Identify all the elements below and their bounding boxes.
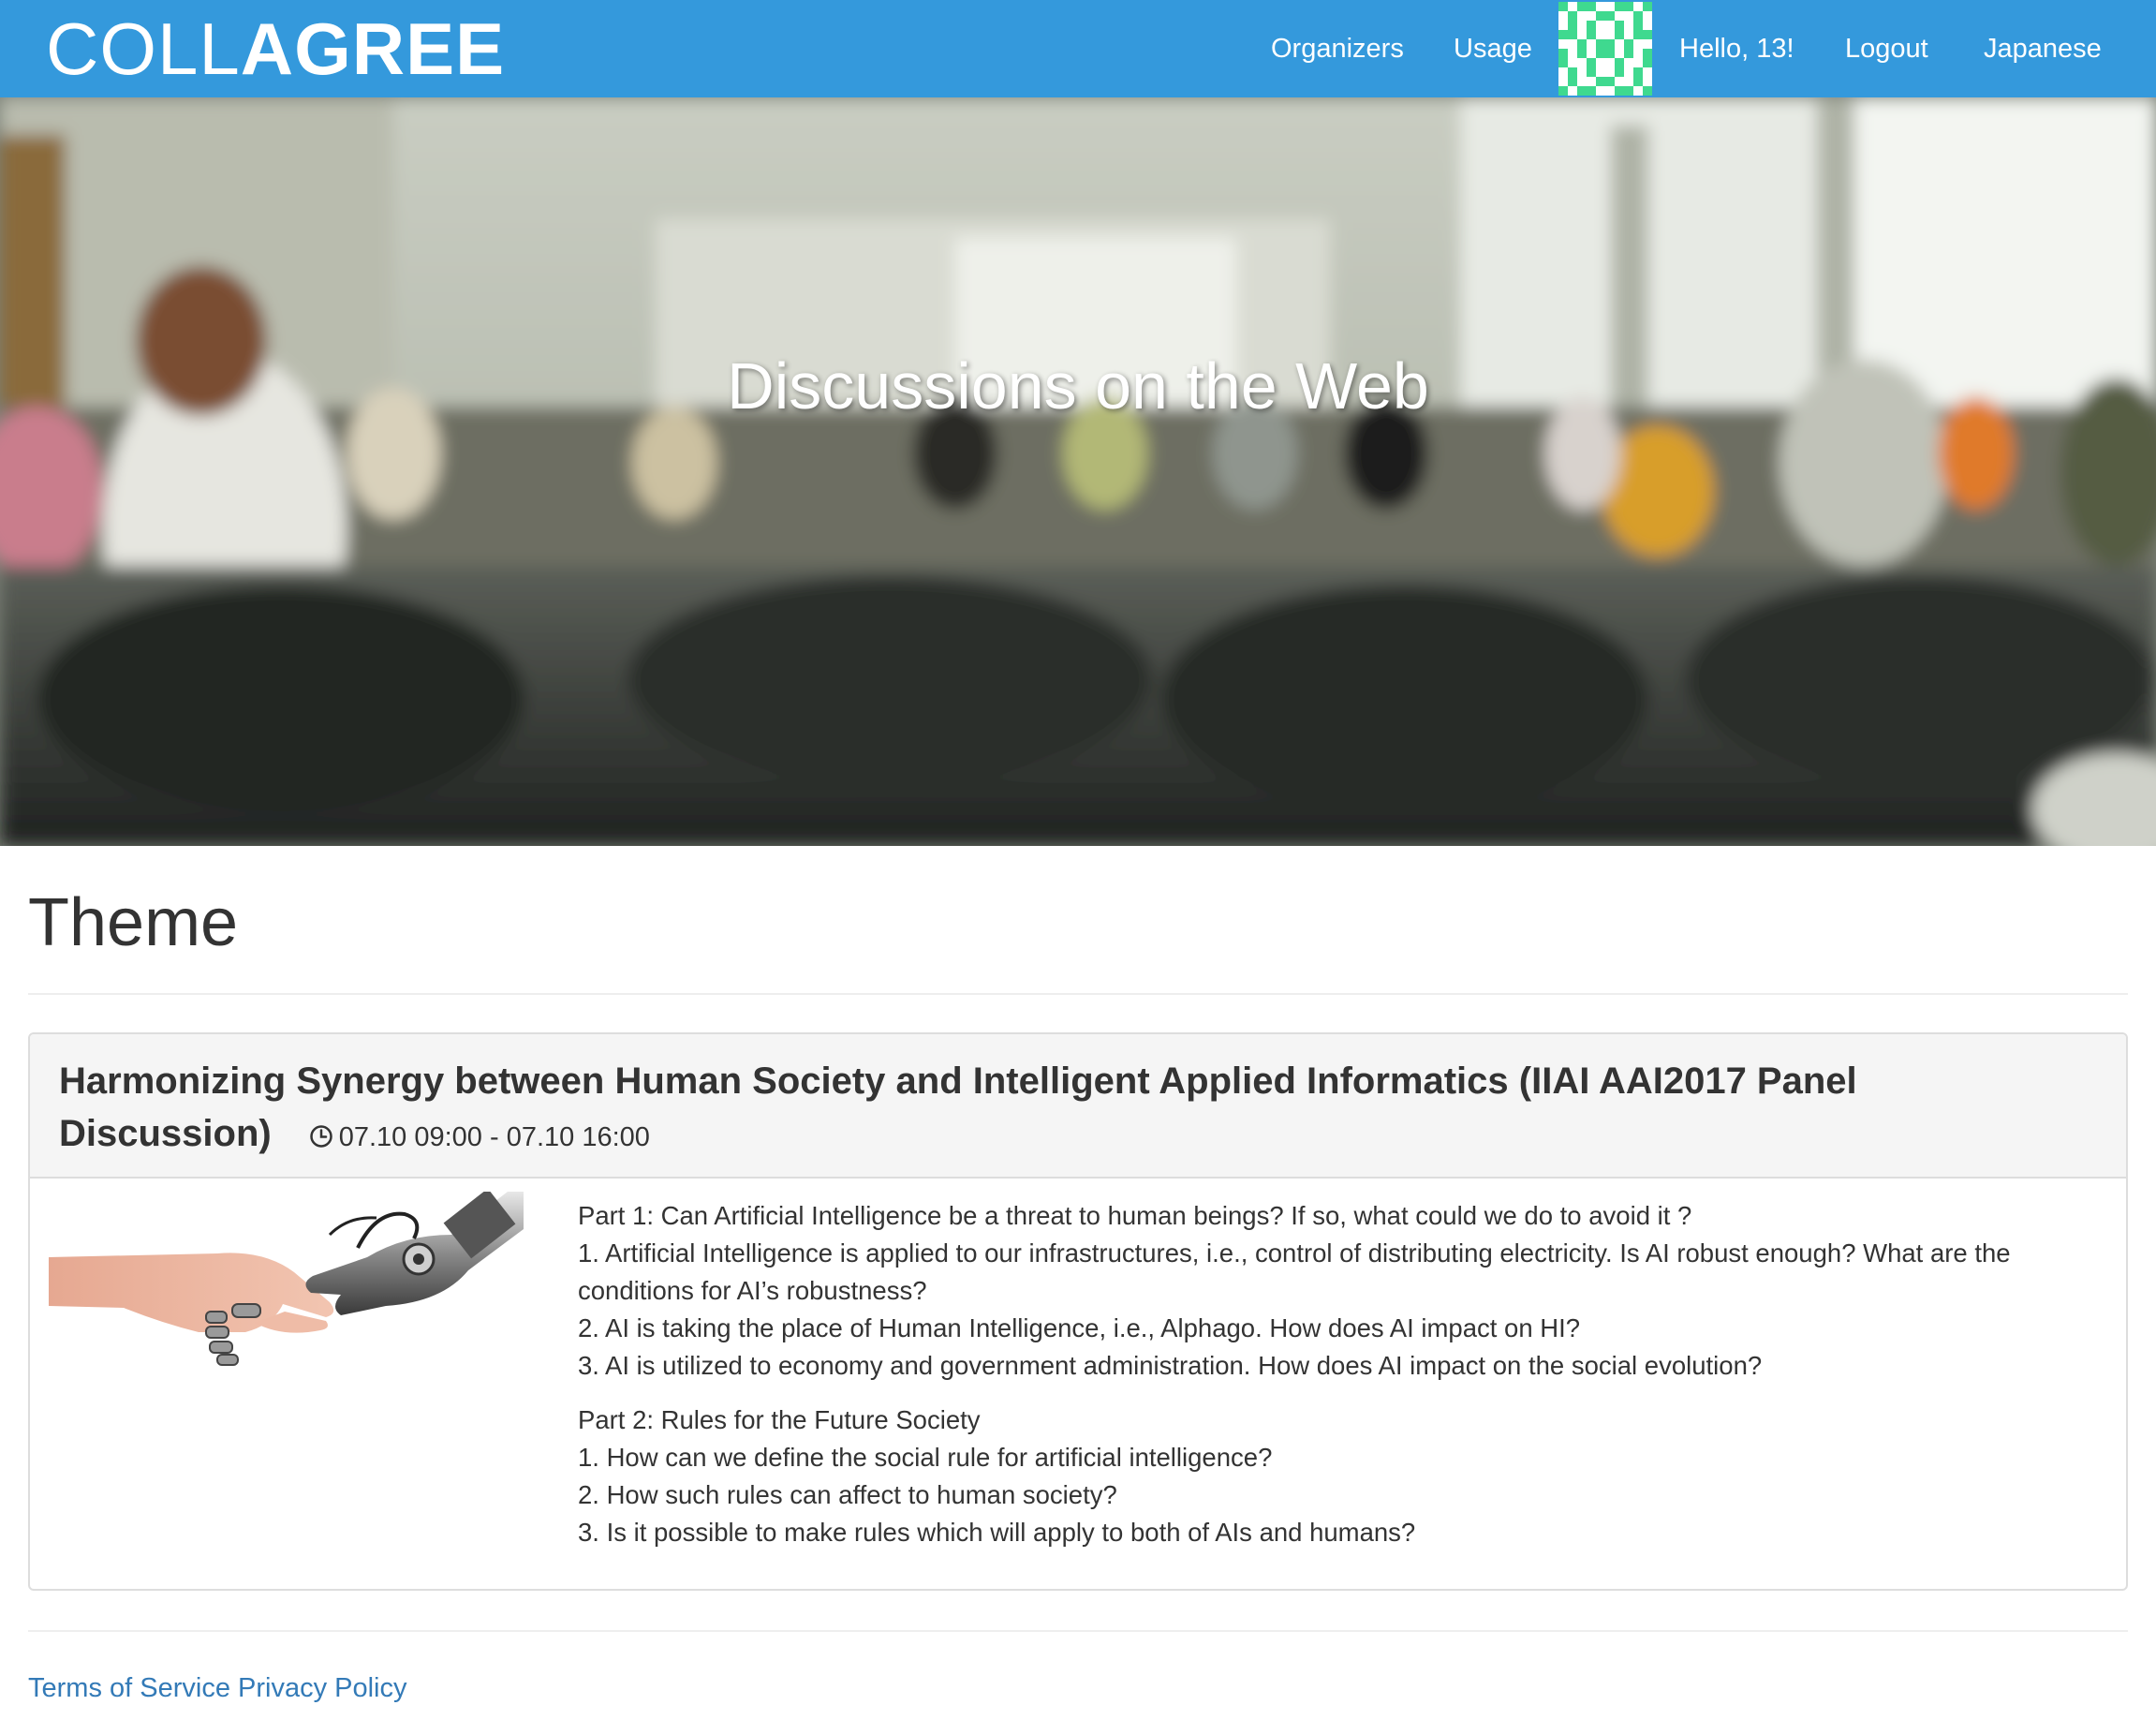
terms-of-service-link[interactable]: Terms of Service: [28, 1673, 230, 1703]
part2-block: Part 2: Rules for the Future Society 1. …: [578, 1401, 2095, 1551]
user-avatar[interactable]: [1558, 2, 1652, 96]
brand-logo-light: COLL: [46, 7, 241, 90]
top-navbar: COLLAGREE Organizers Usage Hello, 13! Lo…: [0, 0, 2156, 97]
part1-block: Part 1: Can Artificial Intelligence be a…: [578, 1197, 2095, 1385]
theme-panel-heading: Harmonizing Synergy between Human Societ…: [30, 1034, 2126, 1179]
clock-icon: [309, 1124, 333, 1149]
nav-organizers-link[interactable]: Organizers: [1271, 28, 1404, 69]
part2-item: 2. How such rules can affect to human so…: [578, 1480, 1117, 1509]
theme-image-handshake: [49, 1192, 524, 1372]
part2-item: 1. How can we define the social rule for…: [578, 1443, 1273, 1472]
part1-item: 2. AI is taking the place of Human Intel…: [578, 1313, 1581, 1342]
brand-logo-bold: AGREE: [240, 7, 506, 90]
part2-heading: Part 2: Rules for the Future Society: [578, 1405, 981, 1434]
meeting-room-photo: [0, 97, 2156, 846]
privacy-policy-link[interactable]: Privacy Policy: [238, 1673, 407, 1703]
nav-usage-link[interactable]: Usage: [1454, 28, 1532, 69]
theme-panel: Harmonizing Synergy between Human Societ…: [28, 1032, 2128, 1591]
page-heading: Theme: [28, 885, 239, 960]
theme-title-wrap: Harmonizing Synergy between Human Societ…: [59, 1055, 2073, 1164]
theme-description: Part 1: Can Artificial Intelligence be a…: [578, 1197, 2095, 1568]
part1-item: 3. AI is utilized to economy and governm…: [578, 1351, 1763, 1380]
nav-language-link[interactable]: Japanese: [1984, 28, 2102, 69]
footer-links: Terms of Service Privacy Policy: [28, 1669, 407, 1707]
part2-item: 3. Is it possible to make rules which wi…: [578, 1518, 1416, 1547]
theme-time: 07.10 09:00 - 07.10 16:00: [309, 1122, 650, 1152]
brand-logo[interactable]: COLLAGREE: [46, 9, 505, 88]
nav-greeting-link[interactable]: Hello, 13!: [1679, 28, 1794, 69]
hero-title: Discussions on the Web: [727, 349, 1429, 423]
theme-time-text: 07.10 09:00 - 07.10 16:00: [338, 1122, 650, 1152]
part1-item: 1. Artificial Intelligence is applied to…: [578, 1238, 2011, 1305]
nav-logout-link[interactable]: Logout: [1845, 28, 1928, 69]
heading-divider: [28, 993, 2128, 995]
hero-banner: Discussions on the Web: [0, 97, 2156, 846]
footer-divider: [28, 1630, 2128, 1632]
part1-heading: Part 1: Can Artificial Intelligence be a…: [578, 1201, 1692, 1230]
